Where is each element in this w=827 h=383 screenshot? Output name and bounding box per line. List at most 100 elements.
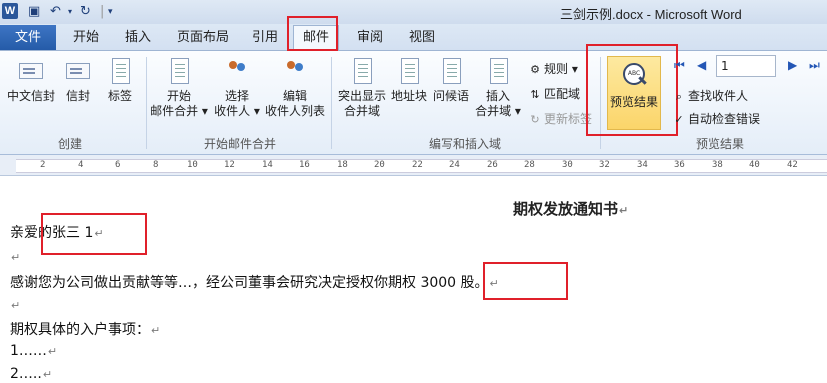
start-mail-merge-button[interactable]: 开始 邮件合并 ▾ [148, 57, 210, 119]
tab-view[interactable]: 视图 [409, 26, 435, 49]
ruler-number: 38 [712, 160, 723, 170]
undo-dropdown-icon[interactable]: ▾ [68, 2, 72, 22]
ruler-number: 40 [749, 160, 760, 170]
paragraph-mark: ↵ [151, 324, 161, 337]
insert-field-icon [485, 57, 511, 87]
ruler-number: 36 [674, 160, 685, 170]
ruler-number: 32 [599, 160, 610, 170]
select-recipients-label-1: 选择 [224, 89, 249, 103]
highlight-merge-fields-button[interactable]: 突出显示 合并域 [335, 57, 389, 119]
highlight-fields-icon [349, 57, 375, 87]
first-record-icon[interactable]: ⏮ [674, 58, 685, 73]
ruler-number: 42 [787, 160, 798, 170]
ruler-number: 34 [637, 160, 648, 170]
match-fields-icon: ⇅ [530, 88, 540, 101]
ruler-number: 4 [78, 160, 84, 170]
highlight-mailings-tab [287, 16, 338, 51]
ruler-number: 8 [153, 160, 159, 170]
greeting-line-button[interactable]: 问候语 [431, 57, 471, 104]
tab-insert[interactable]: 插入 [125, 26, 151, 49]
word-app-icon[interactable]: W [2, 3, 18, 19]
redo-icon[interactable]: ↻ [80, 2, 91, 22]
update-labels-button[interactable]: ↻ 更新标签 [528, 110, 592, 127]
details-heading-line: 期权具体的入户事项：↵ [10, 319, 160, 339]
empty-line: ↵ [10, 297, 20, 313]
group-label-start-merge: 开始邮件合并 [203, 137, 276, 151]
next-record-icon[interactable]: ▶ [788, 58, 797, 72]
group-label-write-insert: 编写和插入域 [428, 137, 501, 151]
ruler-number: 2 [40, 160, 46, 170]
paragraph-mark: ↵ [11, 251, 21, 264]
empty-line: ↵ [10, 249, 20, 265]
greeting-line-icon [438, 57, 464, 87]
last-record-icon[interactable]: ⏭ [809, 58, 820, 73]
list-item: 2…..↵ [10, 366, 52, 382]
paragraph-mark: ↵ [47, 345, 58, 358]
labels-button[interactable]: 标签 [102, 57, 138, 104]
envelope-icon [65, 57, 91, 87]
group-label-preview: 预览结果 [695, 137, 744, 151]
tab-home[interactable]: 开始 [73, 26, 99, 49]
find-recipient-button[interactable]: ⌕ 查找收件人 [672, 87, 748, 104]
tab-page-layout[interactable]: 页面布局 [177, 26, 229, 49]
chinese-envelope-label: 中文信封 [6, 89, 55, 103]
update-labels-label: 更新标签 [544, 112, 593, 126]
insert-field-label-1: 插入 [485, 89, 510, 103]
address-block-button[interactable]: 地址块 [389, 57, 429, 104]
ruler-number: 20 [374, 160, 385, 170]
insert-merge-field-button[interactable]: 插入 合并域 ▾ [474, 57, 522, 119]
paragraph-mark: ↵ [42, 368, 53, 381]
record-number-input[interactable]: 1 [716, 55, 776, 77]
chinese-envelope-button[interactable]: 中文信封 [4, 57, 58, 104]
undo-icon[interactable]: ↶ [50, 2, 61, 22]
update-labels-icon: ↻ [530, 113, 540, 126]
find-recipient-icon: ⌕ [675, 90, 683, 103]
greeting-line-label: 问候语 [432, 89, 469, 103]
details-heading: 期权具体的入户事项： [10, 322, 150, 338]
match-fields-button[interactable]: ⇅ 匹配域 [528, 85, 580, 102]
body-line: 感谢您为公司做出贡献等等…，经公司董事会研究决定授权你期权 3000 股。↵ [10, 272, 499, 292]
ruler-number: 28 [524, 160, 535, 170]
merge-field-quantity: 权 3000 股。 [402, 275, 489, 291]
labels-label: 标签 [107, 89, 132, 103]
tab-review[interactable]: 审阅 [357, 26, 383, 49]
highlight-name-field [41, 213, 147, 255]
highlight-label-1: 突出显示 [337, 89, 386, 103]
window-title: 三剑示例.docx - Microsoft Word [560, 7, 742, 22]
ruler-number: 24 [449, 160, 460, 170]
list-item-2: 2….. [10, 366, 42, 382]
auto-check-errors-button[interactable]: ✓ 自动检查错误 [672, 110, 760, 127]
body-text: 感谢您为公司做出贡献等等…，经公司董事会研究决定授权你期 [10, 275, 402, 291]
horizontal-ruler[interactable]: 2 4 6 8 10 12 14 16 18 20 22 24 26 28 30… [0, 155, 827, 176]
previous-record-icon[interactable]: ◀ [697, 58, 706, 72]
group-separator [331, 57, 332, 149]
edit-recipient-list-button[interactable]: 编辑 收件人列表 [264, 57, 326, 119]
ruler-number: 22 [412, 160, 423, 170]
group-separator [146, 57, 147, 149]
rules-icon: ⚙ [530, 63, 540, 76]
ruler-number: 14 [262, 160, 273, 170]
customize-qat-icon[interactable]: ▾ [108, 2, 113, 22]
dropdown-icon: ▾ [198, 104, 208, 118]
labels-icon [107, 57, 133, 87]
envelope-button[interactable]: 信封 [62, 57, 94, 104]
list-item-1: 1…… [10, 343, 47, 359]
rules-label: 规则 [544, 62, 569, 76]
ribbon-tab-bar: 文件 开始 插入 页面布局 引用 邮件 审阅 视图 [0, 24, 827, 51]
tab-file[interactable]: 文件 [0, 25, 56, 50]
ruler-number: 10 [187, 160, 198, 170]
edit-list-label-2: 收件人列表 [264, 104, 325, 118]
check-errors-icon: ✓ [674, 113, 684, 126]
select-recipients-button[interactable]: 选择 收件人 ▾ [210, 57, 264, 119]
rules-button[interactable]: ⚙ 规则 ▾ [528, 60, 578, 77]
ruler-number: 30 [562, 160, 573, 170]
envelope-icon [18, 57, 44, 87]
recipients-icon [224, 57, 250, 87]
dropdown-icon: ▾ [250, 104, 260, 118]
tab-references[interactable]: 引用 [252, 26, 278, 49]
edit-list-label-1: 编辑 [282, 89, 307, 103]
save-icon[interactable]: ▣ [28, 2, 40, 22]
auto-check-label: 自动检查错误 [688, 112, 761, 126]
document-page[interactable]: 期权发放通知书↵ 亲爱的张三 1↵ ↵ 感谢您为公司做出贡献等等…，经公司董事会… [0, 176, 827, 383]
highlight-preview-results [586, 44, 678, 136]
